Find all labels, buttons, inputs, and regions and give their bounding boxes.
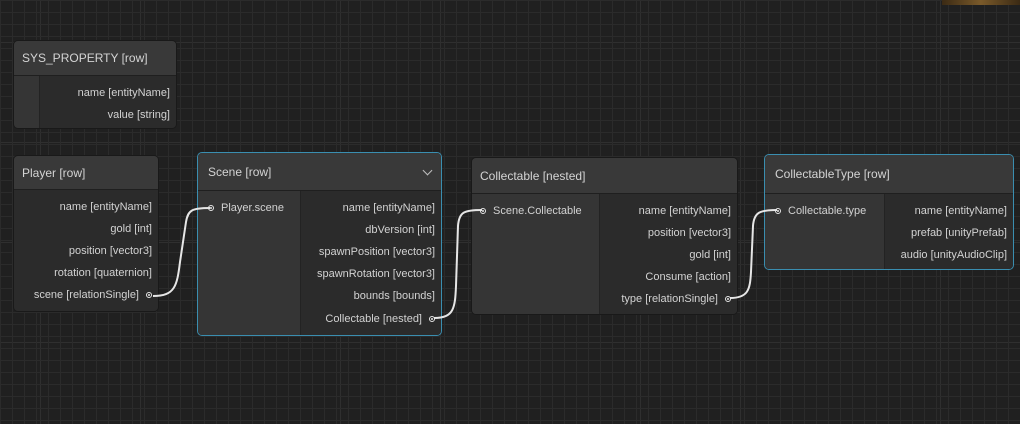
node-title: CollectableType [row] — [775, 167, 890, 181]
field-row: Consume [action] — [645, 271, 731, 283]
node-title: Player [row] — [22, 165, 86, 180]
input-port-collectable-type[interactable]: Collectable.type — [775, 203, 866, 219]
port-pin-icon[interactable] — [208, 205, 214, 211]
node-header[interactable]: Scene [row] — [198, 153, 441, 191]
input-port-scene-collectable[interactable]: Scene.Collectable — [480, 203, 582, 219]
node-header[interactable]: SYS_PROPERTY [row] — [14, 41, 176, 76]
output-port-collectable[interactable]: Collectable [nested] — [325, 311, 435, 327]
field-row: value [string] — [107, 109, 170, 121]
field-row: prefab [unityPrefab] — [910, 227, 1007, 239]
preview-thumbnail — [942, 0, 1020, 5]
field-row: gold [int] — [689, 249, 731, 261]
output-port-scene[interactable]: scene [relationSingle] — [34, 287, 152, 303]
node-title: Collectable [nested] — [480, 168, 586, 183]
field-row: dbVersion [int] — [365, 224, 435, 236]
node-header[interactable]: Collectable [nested] — [472, 158, 737, 194]
chevron-down-icon[interactable] — [422, 165, 433, 176]
field-row: audio [unityAudioClip] — [900, 249, 1007, 261]
field-row: rotation [quaternion] — [54, 267, 152, 279]
field-row: gold [int] — [110, 223, 152, 235]
port-pin-icon[interactable] — [480, 208, 486, 214]
field-row: name [entityName] — [77, 87, 170, 99]
node-title: SYS_PROPERTY [row] — [22, 51, 148, 65]
field-row: name [entityName] — [638, 205, 731, 217]
port-pin-icon[interactable] — [725, 296, 731, 302]
node-header[interactable]: CollectableType [row] — [765, 155, 1013, 194]
field-row: spawnRotation [vector3] — [316, 268, 435, 280]
field-row: name [entityName] — [342, 202, 435, 214]
field-row: spawnPosition [vector3] — [318, 246, 435, 258]
port-pin-icon[interactable] — [146, 292, 152, 298]
field-row: name [entityName] — [914, 205, 1007, 217]
node-title: Scene [row] — [208, 164, 272, 179]
node-collectable-type[interactable]: CollectableType [row] Collectable.type n… — [764, 154, 1014, 270]
node-collectable[interactable]: Collectable [nested] Scene.Collectable n… — [471, 157, 738, 315]
node-player[interactable]: Player [row] name [entityName] gold [int… — [13, 155, 159, 312]
field-row: position [vector3] — [68, 245, 152, 257]
field-row: position [vector3] — [647, 227, 731, 239]
node-header[interactable]: Player [row] — [14, 156, 158, 190]
field-row: name [entityName] — [59, 201, 152, 213]
port-pin-icon[interactable] — [775, 208, 781, 214]
field-row: bounds [bounds] — [353, 290, 435, 302]
input-port-player-scene[interactable]: Player.scene — [208, 200, 284, 216]
node-scene[interactable]: Scene [row] Player.scene name [entityNam… — [197, 152, 442, 336]
output-port-type[interactable]: type [relationSingle] — [621, 291, 731, 307]
port-pin-icon[interactable] — [429, 316, 435, 322]
node-sys-property[interactable]: SYS_PROPERTY [row] name [entityName] val… — [13, 40, 177, 129]
